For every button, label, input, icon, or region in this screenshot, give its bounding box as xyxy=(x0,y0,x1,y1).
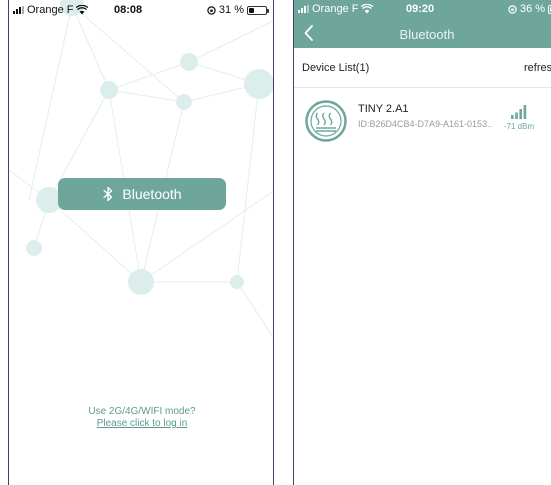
status-time: 09:20 xyxy=(406,3,435,15)
right-phone-screen: Orange F 09:20 36 % Bluetooth Device Lis… xyxy=(293,0,551,485)
login-hint: Use 2G/4G/WIFI mode? Please click to log… xyxy=(9,406,273,430)
refresh-button[interactable]: refresh xyxy=(524,62,551,74)
carrier-info: Orange F xyxy=(298,3,374,15)
carrier-name: Orange F xyxy=(27,4,74,16)
wifi-icon xyxy=(76,5,89,15)
battery-status: 31 % xyxy=(207,4,269,16)
rotation-lock-icon xyxy=(508,4,517,14)
carrier-name: Orange F xyxy=(312,3,359,15)
status-time: 08:08 xyxy=(114,4,143,16)
battery-percent: 36 % xyxy=(520,3,546,15)
bluetooth-button[interactable]: Bluetooth xyxy=(58,178,226,210)
bluetooth-icon xyxy=(103,186,113,202)
device-list-header: Device List(1) refresh xyxy=(294,48,551,88)
wifi-icon xyxy=(361,4,374,14)
rotation-lock-icon xyxy=(207,5,216,15)
device-rssi: -71 dBm xyxy=(503,122,535,131)
login-link[interactable]: Please click to log in xyxy=(9,418,273,430)
battery-fill xyxy=(249,7,254,13)
device-list-title: Device List(1) xyxy=(302,62,370,74)
heater-icon xyxy=(305,100,347,142)
login-hint-text: Use 2G/4G/WIFI mode? xyxy=(88,406,196,417)
battery-icon xyxy=(247,5,269,15)
left-phone-screen: Orange F 08:08 31 % Bluetooth Use 2G/4G/… xyxy=(8,0,274,485)
status-bar: Orange F 08:08 31 % xyxy=(9,0,273,20)
app-header: Orange F 09:20 36 % Bluetooth xyxy=(294,0,551,48)
screenshot-canvas: Orange F 08:08 31 % Bluetooth Use 2G/4G/… xyxy=(0,0,551,485)
device-name: TINY 2.A1 xyxy=(358,103,409,115)
list-item[interactable]: TINY 2.A1 ID:B26D4CB4-D7A9-A161-0153... … xyxy=(294,94,551,156)
bluetooth-button-label: Bluetooth xyxy=(122,186,182,202)
cellular-signal-icon xyxy=(298,5,309,13)
status-bar: Orange F 09:20 36 % xyxy=(294,0,551,18)
carrier-info: Orange F xyxy=(13,4,89,16)
page-title: Bluetooth xyxy=(399,27,455,42)
battery-percent: 31 % xyxy=(218,4,244,16)
signal-strength-icon xyxy=(511,105,527,119)
battery-status: 36 % xyxy=(508,3,551,15)
device-id: ID:B26D4CB4-D7A9-A161-0153... xyxy=(358,119,492,129)
device-signal: -71 dBm xyxy=(502,104,536,131)
cellular-signal-icon xyxy=(13,6,24,14)
